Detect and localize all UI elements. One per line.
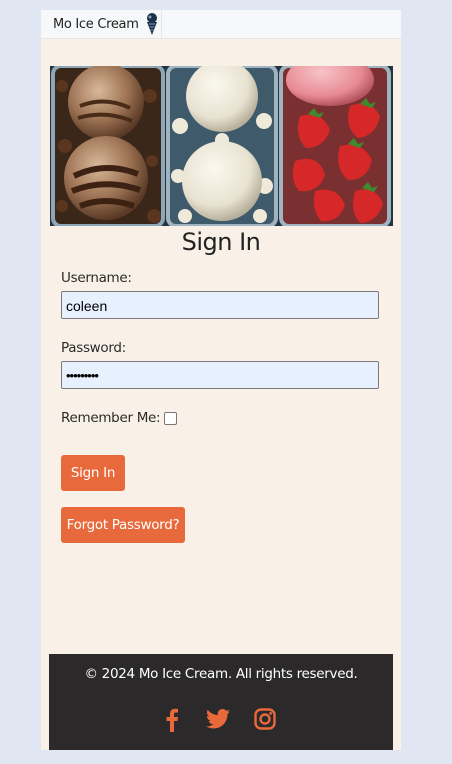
facebook-icon[interactable] xyxy=(165,708,179,732)
sign-in-button[interactable]: Sign In xyxy=(61,455,125,491)
footer: © 2024 Mo Ice Cream. All rights reserved… xyxy=(49,654,393,750)
remember-me-checkbox[interactable] xyxy=(164,411,178,425)
password-input[interactable]: ••••••••• xyxy=(61,361,379,389)
page-title: Sign In xyxy=(181,228,261,256)
remember-me-label: Remember Me: xyxy=(61,410,161,426)
hero-image xyxy=(50,66,393,226)
username-input[interactable]: coleen xyxy=(61,291,379,319)
copyright-text: © 2024 Mo Ice Cream. All rights reserved… xyxy=(84,666,358,682)
twitter-icon[interactable] xyxy=(206,708,230,730)
brand-name: Mo Ice Cream xyxy=(53,16,139,32)
instagram-icon[interactable] xyxy=(254,708,276,730)
password-label: Password: xyxy=(61,340,126,356)
navbar: Mo Ice Cream xyxy=(41,10,401,39)
remember-me-row: Remember Me: xyxy=(61,410,178,426)
forgot-password-button[interactable]: Forgot Password? xyxy=(61,507,185,543)
ice-cream-cone-icon xyxy=(146,13,157,35)
username-label: Username: xyxy=(61,270,132,286)
brand-link[interactable]: Mo Ice Cream xyxy=(47,10,162,38)
page-container: Mo Ice Cream Sign In Username: coleen Pa… xyxy=(41,10,401,750)
ice-cream-tubs-illustration xyxy=(50,66,393,226)
